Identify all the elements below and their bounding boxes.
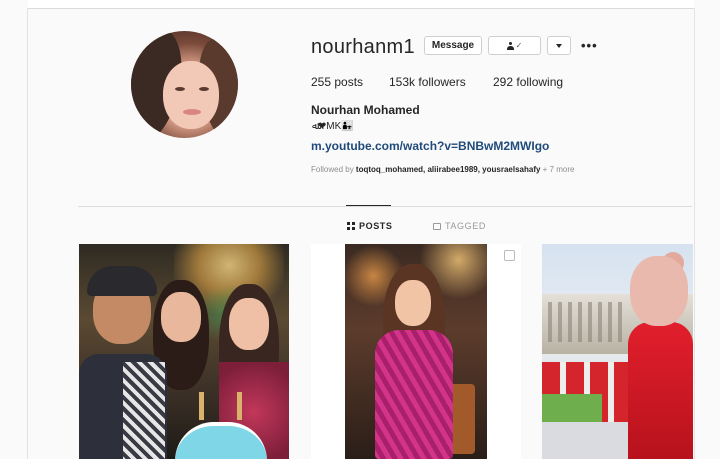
more-options-icon[interactable]: ••• — [581, 38, 598, 53]
post-1-woman-face — [161, 292, 201, 342]
left-border — [27, 8, 28, 459]
tag-icon — [433, 222, 441, 230]
post-1-plaid-shirt — [123, 362, 165, 459]
nav-fragment-icon: ˇ — [148, 0, 151, 5]
profile-website-link[interactable]: m.youtube.com/watch?v=BNBwM2MWIgo — [311, 139, 549, 153]
profile-avatar[interactable] — [131, 31, 238, 138]
followed-by-more: + 7 more — [540, 165, 575, 174]
tab-posts[interactable]: POSTS — [347, 221, 393, 231]
followed-by-text[interactable]: Followed by toqtoq_mohamed, aliirabee198… — [311, 165, 574, 174]
check-icon: ✓ — [515, 41, 523, 50]
tab-tagged-label: TAGGED — [445, 221, 486, 231]
followers-count[interactable]: 153k followers — [389, 75, 466, 89]
post-2-face — [395, 280, 431, 326]
post-2-sequin-dress — [375, 330, 453, 459]
profile-bio: ﷲ❤MK👨‍👧 — [312, 121, 354, 132]
right-border — [694, 8, 695, 459]
post-3-red-coat — [628, 322, 693, 459]
post-1-candle — [237, 392, 242, 420]
tabs-divider — [78, 206, 692, 207]
avatar-face — [163, 61, 219, 129]
following-button[interactable]: ✓ — [488, 36, 541, 55]
message-button[interactable]: Message — [424, 36, 482, 55]
avatar-eye-left — [175, 87, 185, 91]
posts-count: 255 posts — [311, 75, 364, 89]
post-1-cap — [87, 266, 157, 296]
profile-full-name: Nourhan Mohamed — [311, 103, 420, 117]
followed-by-prefix: Followed by — [311, 165, 356, 174]
avatar-lips — [183, 109, 201, 115]
following-count[interactable]: 292 following — [493, 75, 563, 89]
avatar-eye-right — [199, 87, 209, 91]
profile-username: nourhanm1 — [311, 36, 415, 58]
tab-tagged[interactable]: TAGGED — [433, 221, 486, 231]
post-thumbnail-3[interactable] — [542, 244, 693, 459]
post-3-windows — [548, 302, 628, 342]
post-1-candle — [199, 392, 204, 420]
post-thumbnail-2[interactable] — [311, 244, 521, 459]
chevron-down-icon — [556, 43, 562, 48]
post-1-woman2-face — [229, 298, 269, 350]
post-thumbnail-1[interactable] — [79, 244, 289, 459]
tab-posts-label: POSTS — [359, 221, 393, 231]
suggested-accounts-dropdown[interactable] — [547, 36, 571, 55]
followed-by-names: toqtoq_mohamed, aliirabee1989, yousraels… — [355, 165, 541, 174]
multi-image-icon — [504, 250, 515, 261]
top-navigation-bar: ˇ — [28, 0, 694, 9]
person-icon — [506, 41, 514, 50]
post-3-teddy-bear — [630, 256, 688, 326]
grid-icon — [347, 222, 355, 230]
active-tab-indicator — [346, 205, 391, 206]
